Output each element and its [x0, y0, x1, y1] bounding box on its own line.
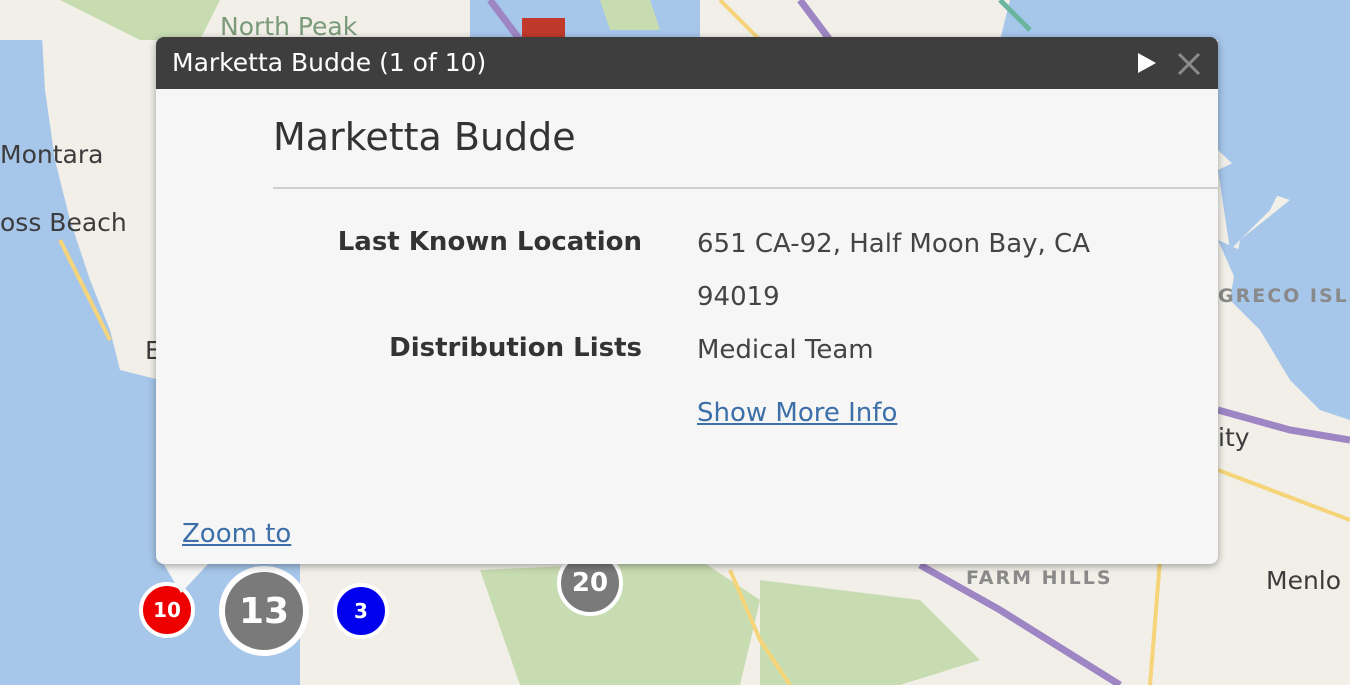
popup-header: Marketta Budde (1 of 10) — [156, 37, 1218, 89]
show-more-info-link[interactable]: Show More Info — [697, 398, 897, 428]
place-label-menlo: Menlo — [1266, 566, 1342, 595]
place-label-redwood-city: ity — [1218, 423, 1250, 452]
play-triangle-icon — [1138, 53, 1156, 73]
cluster-marker[interactable]: 3 — [333, 583, 389, 639]
park-top — [600, 0, 660, 30]
popup-pointer — [163, 563, 209, 593]
place-label-greco-island: GRECO ISL — [1218, 285, 1349, 307]
close-icon — [1177, 52, 1201, 76]
divider — [273, 187, 1218, 189]
place-label-montara: Montara — [0, 140, 104, 169]
next-button[interactable] — [1134, 49, 1160, 77]
field-value-distribution-lists: Medical Team — [697, 335, 874, 365]
zoom-to-link[interactable]: Zoom to — [182, 519, 291, 549]
info-popup: Marketta Budde (1 of 10) Marketta Budde … — [156, 37, 1218, 564]
field-label-distribution-lists: Distribution Lists — [389, 333, 642, 363]
popup-title: Marketta Budde (1 of 10) — [172, 48, 487, 77]
field-value-location: 651 CA-92, Half Moon Bay, CA 94019 — [697, 229, 1090, 312]
close-button[interactable] — [1174, 49, 1204, 79]
contact-name: Marketta Budde — [273, 115, 576, 159]
cluster-marker[interactable]: 13 — [219, 566, 309, 656]
place-label-farm-hills: FARM HILLS — [966, 567, 1113, 589]
field-label-location: Last Known Location — [337, 227, 642, 257]
place-label-moss-beach: oss Beach — [0, 208, 127, 237]
